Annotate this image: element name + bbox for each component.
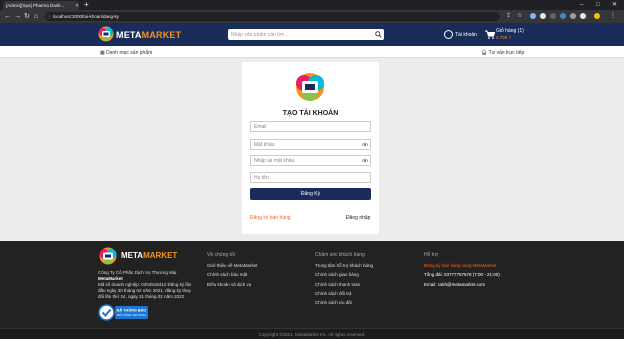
minimize-icon[interactable]: – — [580, 0, 583, 10]
extension-icon[interactable] — [570, 13, 576, 19]
footer-care-link[interactable]: Chính sách thanh toán — [315, 282, 360, 287]
footer-hotline: Tổng đài: 03777757578 (7:00 - 21:00) — [424, 272, 500, 277]
extension-icon[interactable] — [550, 13, 556, 19]
extension-icon[interactable] — [560, 13, 566, 19]
footer-care-link[interactable]: Chính sách đổi trả — [315, 291, 352, 296]
ministry-registered-badge[interactable]: ĐÃ THÔNG BÁO BỘ CÔNG THƯƠNG — [98, 304, 148, 321]
forward-icon[interactable]: → — [14, 10, 21, 23]
back-icon[interactable]: ← — [4, 10, 11, 23]
copyright-text: Copyright ©2021, MetaMarket Inc. All rig… — [258, 332, 366, 337]
metamarket-logo-icon[interactable] — [98, 26, 114, 42]
footer-care-title: Chăm sóc khách hàng — [315, 252, 365, 258]
extension-icon[interactable] — [540, 13, 546, 19]
footer-seller-link[interactable]: Đăng ký bán hàng cùng MetaMarket — [424, 263, 497, 268]
bookmark-star-icon[interactable]: ☆ — [517, 10, 522, 23]
browser-toolbar: ← → ↻ ⌂ ⓘ localhost:3000/tai-khoan/dang-… — [0, 10, 624, 23]
company-info: Công Ty Cổ Phần Dịch Vụ Thương Mại MetaM… — [98, 270, 192, 299]
menu-dots-icon[interactable]: ⋮ — [610, 10, 616, 23]
categories-menu-button[interactable]: ▦ Danh mục sản phẩm — [100, 50, 152, 56]
password-field[interactable] — [250, 139, 371, 150]
extensions-puzzle-icon[interactable] — [580, 13, 586, 19]
badge-subtitle: BỘ CÔNG THƯƠNG — [117, 312, 146, 317]
site-logo-text[interactable]: METAMARKET — [116, 30, 181, 40]
cart-total: 4.790 ₫ — [496, 35, 511, 40]
badge-title: ĐÃ THÔNG BÁO — [117, 308, 147, 313]
close-tab-icon[interactable]: ✕ — [75, 2, 79, 10]
login-link[interactable]: Đăng nhập — [346, 215, 370, 221]
full-name-field[interactable] — [250, 172, 371, 183]
footer-care-link[interactable]: Chính sách giao hàng — [315, 272, 359, 277]
metamarket-logo-icon[interactable] — [98, 247, 118, 265]
home-icon[interactable]: ⌂ — [34, 10, 38, 23]
profile-avatar-icon[interactable] — [594, 13, 600, 19]
user-icon[interactable] — [444, 30, 453, 39]
reload-icon[interactable]: ↻ — [24, 10, 30, 23]
search-button[interactable] — [372, 29, 384, 40]
maximize-icon[interactable]: □ — [596, 0, 600, 10]
new-tab-icon[interactable]: + — [84, 0, 89, 10]
show-password-icon[interactable] — [362, 142, 368, 147]
footer-about-link[interactable]: Giới thiệu về MetaMarket — [207, 263, 257, 268]
share-icon[interactable]: ⇪ — [506, 10, 511, 23]
address-bar[interactable]: ⓘ localhost:3000/tai-khoan/dang-ky — [45, 12, 500, 21]
search-icon — [374, 31, 382, 38]
search-input[interactable] — [228, 29, 384, 40]
footer-email: Email: cskh@metamarket.com — [424, 282, 486, 287]
footer-about-title: Về chúng tôi — [207, 252, 235, 258]
extension-icon[interactable] — [530, 13, 536, 19]
cart-icon[interactable] — [485, 30, 495, 39]
metamarket-logo-icon — [296, 73, 324, 101]
footer-care-link[interactable]: Trung tâm hỗ trợ khách hàng — [315, 263, 373, 268]
account-link[interactable]: Tài khoản — [455, 32, 477, 38]
footer-about-link[interactable]: Điều khoản và dịch vụ — [207, 282, 251, 287]
footer-care-link[interactable]: Chính sách ưu đãi — [315, 300, 352, 305]
window-close-icon[interactable]: ✕ — [612, 0, 617, 10]
live-support-link[interactable]: 🎧︎ Tư vấn trực tiếp — [481, 50, 524, 56]
footer-about-link[interactable]: Chính sách bảo mật — [207, 272, 247, 277]
address-text: localhost:3000/tai-khoan/dang-ky — [53, 14, 120, 19]
cart-link[interactable]: Giỏ hàng (1) — [496, 28, 524, 34]
register-button[interactable]: Đăng Ký — [250, 188, 371, 200]
footer-logo-text: METAMARKET — [121, 251, 178, 260]
register-title: TẠO TÀI KHOẢN — [282, 110, 339, 117]
seller-register-link[interactable]: Đăng ký bán hàng — [250, 215, 291, 221]
browser-tabbar: [Admin][Spa] Pharma Dash... ✕ + – □ ✕ — [0, 0, 624, 10]
headset-icon: 🎧︎ — [481, 50, 489, 56]
info-icon[interactable]: ⓘ — [47, 12, 51, 21]
email-field[interactable] — [250, 121, 371, 132]
browser-tab-title: [Admin][Spa] Pharma Dash... — [6, 3, 65, 8]
confirm-password-field[interactable] — [250, 155, 371, 166]
category-bar — [0, 46, 624, 58]
browser-tab[interactable]: [Admin][Spa] Pharma Dash... ✕ — [3, 1, 79, 10]
site-footer — [0, 241, 624, 339]
show-password-icon[interactable] — [362, 158, 368, 163]
footer-support-title: Hỗ trợ — [424, 252, 439, 258]
